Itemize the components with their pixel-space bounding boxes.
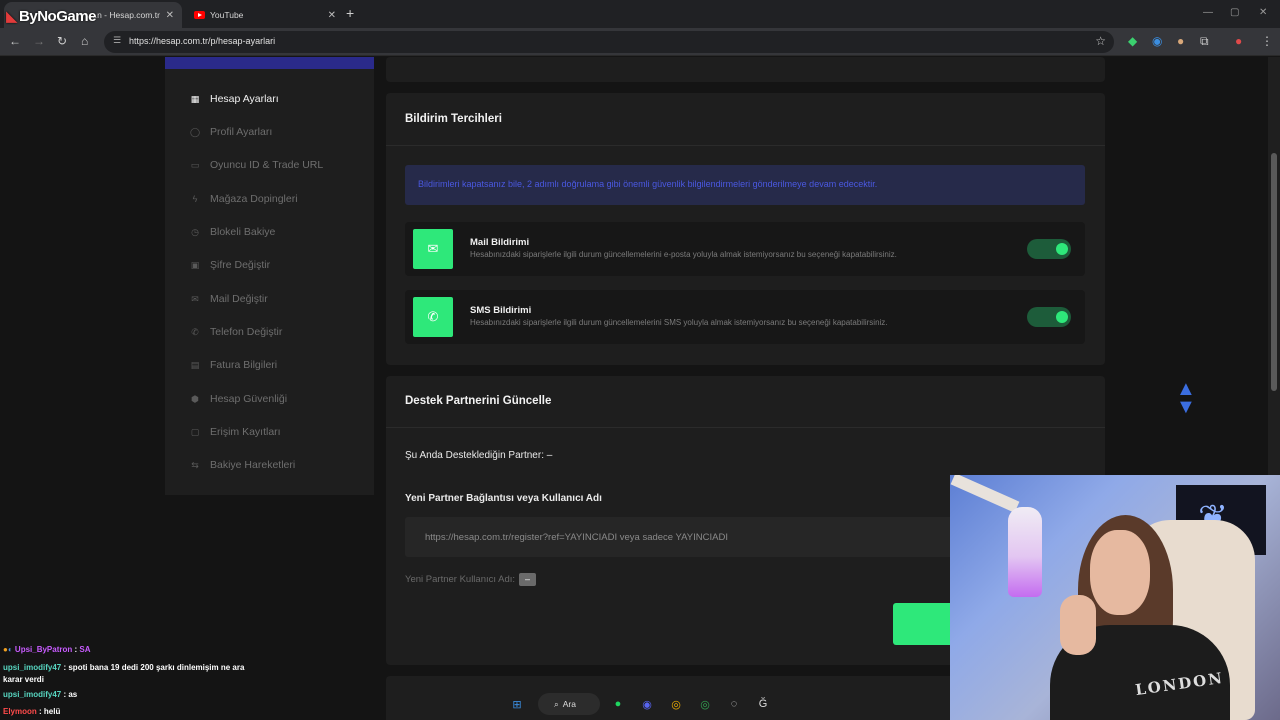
grid-icon: ▦ xyxy=(190,93,200,104)
browser-toolbar: ← → ↻ ⌂ ☰ https://hesap.com.tr/p/hesap-a… xyxy=(0,28,1280,56)
mail-notification-row: ✉ Mail Bildirimi Hesabınızdaki siparişle… xyxy=(405,222,1085,276)
url-text: https://hesap.com.tr/p/hesap-ayarlari xyxy=(129,36,276,46)
webcam-overlay: ❦ LONDON xyxy=(950,475,1280,720)
log-icon: ▢ xyxy=(190,426,200,437)
mail-open-icon: ✉ xyxy=(413,229,453,269)
taskbar-search[interactable]: ⌕ Ara xyxy=(538,693,600,715)
invoice-icon: ▤ xyxy=(190,359,200,370)
notification-title: Bildirim Tercihleri xyxy=(405,113,502,125)
sidebar-item-mail-degistir[interactable]: ✉ Mail Değiştir xyxy=(165,284,374,314)
minimize-icon[interactable]: — xyxy=(1203,7,1213,18)
chat-message: ●◐ Upsi_ByPatron : SA xyxy=(3,645,91,654)
browser-tabbar: ...n - Hesap.com.tr ✕ YouTube ✕ + — ▢ ✕ … xyxy=(0,0,1280,28)
home-icon[interactable]: ⌂ xyxy=(81,34,88,48)
sidebar-item-blokeli-bakiye[interactable]: ◷ Blokeli Bakiye xyxy=(165,217,374,247)
chat-message: upsi_imodify47 : spoti bana 19 dedi 200 … xyxy=(3,663,245,684)
sidebar-item-telefon-degistir[interactable]: ✆ Telefon Değiştir xyxy=(165,317,374,347)
chat-message: Elymoon : helü xyxy=(3,707,61,716)
sidebar-top-accent xyxy=(165,57,374,69)
youtube-icon xyxy=(194,11,205,19)
stream-brand-logo: ◣ ByNoGame xyxy=(6,8,96,25)
card-header: Bildirim Tercihleri xyxy=(386,93,1105,146)
discord-icon[interactable]: ◉ xyxy=(638,695,656,713)
sms-notification-row: ✆ SMS Bildirimi Hesabınızdaki siparişler… xyxy=(405,290,1085,344)
address-bar[interactable]: ☰ https://hesap.com.tr/p/hesap-ayarlari … xyxy=(104,31,1114,53)
new-tab-button[interactable]: + xyxy=(346,5,354,21)
obs-icon[interactable]: ◌ xyxy=(725,695,743,713)
phone-icon: ✆ xyxy=(191,326,199,337)
account-sidebar: ▦ Hesap Ayarları ◯ Profil Ayarları ▭ Oyuncu… xyxy=(165,57,374,495)
current-partner: Şu Anda Desteklediğin Partner: – xyxy=(405,450,553,461)
windows-start-icon[interactable]: ⊞ xyxy=(508,695,526,713)
chat-message: upsi_imodify47 : as xyxy=(3,690,78,699)
sidebar-item-magaza-dopingleri[interactable]: ϟ Mağaza Dopingleri xyxy=(165,184,374,214)
sidebar-item-hesap-guvenligi[interactable]: ⬢ Hesap Güvenliği xyxy=(165,384,374,414)
new-partner-label: Yeni Partner Bağlantısı veya Kullanıcı A… xyxy=(405,493,602,504)
back-icon[interactable]: ← xyxy=(9,34,21,48)
lock-icon: ▣ xyxy=(190,259,200,270)
sidebar-item-fatura-bilgileri[interactable]: ▤ Fatura Bilgileri xyxy=(165,350,374,380)
streamer-hand xyxy=(1060,595,1096,655)
partner-title: Destek Partnerini Güncelle xyxy=(405,395,552,407)
sidebar-item-profil-ayarlari[interactable]: ◯ Profil Ayarları xyxy=(165,117,374,147)
gamepad-icon: ▭ xyxy=(190,159,200,170)
scrollbar-thumb[interactable] xyxy=(1271,153,1277,391)
previous-card xyxy=(386,57,1105,82)
extension-shield-icon[interactable]: ◆ xyxy=(1128,34,1137,48)
phone-icon: ✆ xyxy=(413,297,453,337)
maximize-icon[interactable]: ▢ xyxy=(1230,7,1239,18)
mail-notification-desc: Hesabınızdaki siparişlerle ilgili durum … xyxy=(470,250,897,259)
sidebar-item-oyuncu-id[interactable]: ▭ Oyuncu ID & Trade URL xyxy=(165,150,374,180)
search-icon: ⌕ xyxy=(554,698,559,709)
info-alert: Bildirimleri kapatsanız bile, 2 adımlı d… xyxy=(405,165,1085,205)
chrome-icon[interactable]: ◎ xyxy=(667,695,685,713)
spotify-icon[interactable]: ● xyxy=(609,695,627,713)
partner-username-badge: – xyxy=(519,573,537,586)
extension-audio-icon[interactable]: ◉ xyxy=(1152,34,1162,48)
mic-arm xyxy=(950,475,1020,513)
user-icon: ◯ xyxy=(189,126,201,137)
sidebar-item-sifre-degistir[interactable]: ▣ Şifre Değiştir xyxy=(165,250,374,280)
sidebar-item-erisim-kayitlari[interactable]: ▢ Erişim Kayıtları xyxy=(165,417,374,447)
scroll-arrow-icon: ▲ ▼ xyxy=(1176,378,1196,418)
stream-chat: ●◐ Upsi_ByPatron : SA upsi_imodify47 : s… xyxy=(0,643,262,720)
chrome-profile-icon[interactable]: ◎ xyxy=(696,695,714,713)
extension-avatar-icon[interactable]: ● xyxy=(1177,34,1184,48)
forward-icon[interactable]: → xyxy=(33,34,45,48)
shield-icon: ⬢ xyxy=(191,393,199,404)
close-icon[interactable]: ✕ xyxy=(166,10,174,21)
streamer-face xyxy=(1090,530,1150,615)
profile-avatar[interactable]: ● xyxy=(1235,34,1242,48)
reload-icon[interactable]: ↻ xyxy=(57,34,67,48)
site-info-icon[interactable]: ☰ xyxy=(113,35,121,46)
card-header: Destek Partnerini Güncelle xyxy=(386,376,1105,428)
close-icon[interactable]: ✕ xyxy=(328,10,336,21)
tab-youtube-label: YouTube xyxy=(210,10,244,20)
sms-notification-toggle[interactable] xyxy=(1027,307,1071,327)
mail-notification-title: Mail Bildirimi xyxy=(470,237,530,248)
sidebar-item-bakiye-hareketleri[interactable]: ⇆ Bakiye Hareketleri xyxy=(165,450,374,480)
tab-youtube[interactable]: YouTube ✕ xyxy=(184,2,344,28)
extensions-puzzle-icon[interactable]: ⧉ xyxy=(1200,34,1209,49)
sms-notification-desc: Hesabınızdaki siparişlerle ilgili durum … xyxy=(470,318,888,327)
window-close-icon[interactable]: ✕ xyxy=(1259,7,1267,18)
tab-hesap-label: ...n - Hesap.com.tr xyxy=(90,10,160,20)
bookmark-star-icon[interactable]: ☆ xyxy=(1095,34,1106,48)
notification-preferences-card: Bildirim Tercihleri Bildirimleri kapatsa… xyxy=(386,93,1105,365)
bolt-icon: ϟ xyxy=(192,194,198,204)
partner-username-line: Yeni Partner Kullanıcı Adı: – xyxy=(405,573,537,586)
microphone xyxy=(1008,507,1042,597)
mail-notification-toggle[interactable] xyxy=(1027,239,1071,259)
mail-icon: ✉ xyxy=(191,293,199,304)
sidebar-item-hesap-ayarlari[interactable]: ▦ Hesap Ayarları xyxy=(165,84,374,114)
clock-icon: ◷ xyxy=(191,226,199,237)
menu-kebab-icon[interactable]: ⋮ xyxy=(1261,34,1273,48)
sms-notification-title: SMS Bildirimi xyxy=(470,305,532,316)
transfer-icon: ⇆ xyxy=(191,459,199,470)
logitech-icon[interactable]: Ğ xyxy=(754,695,772,713)
